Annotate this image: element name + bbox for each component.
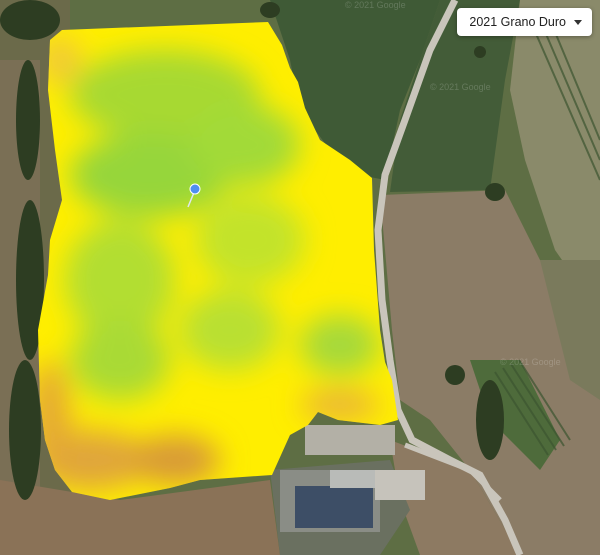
map-view[interactable]: © 2021 Google © 2021 Google © 2021 Googl… [0,0,600,555]
satellite-map: © 2021 Google © 2021 Google © 2021 Googl… [0,0,600,555]
map-watermark: © 2021 Google [345,0,406,10]
chevron-down-icon [574,19,582,25]
map-watermark: © 2021 Google [500,357,561,367]
map-watermark: © 2021 Google [430,82,491,92]
season-selector-label: 2021 Grano Duro [469,15,566,29]
season-selector[interactable]: 2021 Grano Duro [457,8,592,36]
